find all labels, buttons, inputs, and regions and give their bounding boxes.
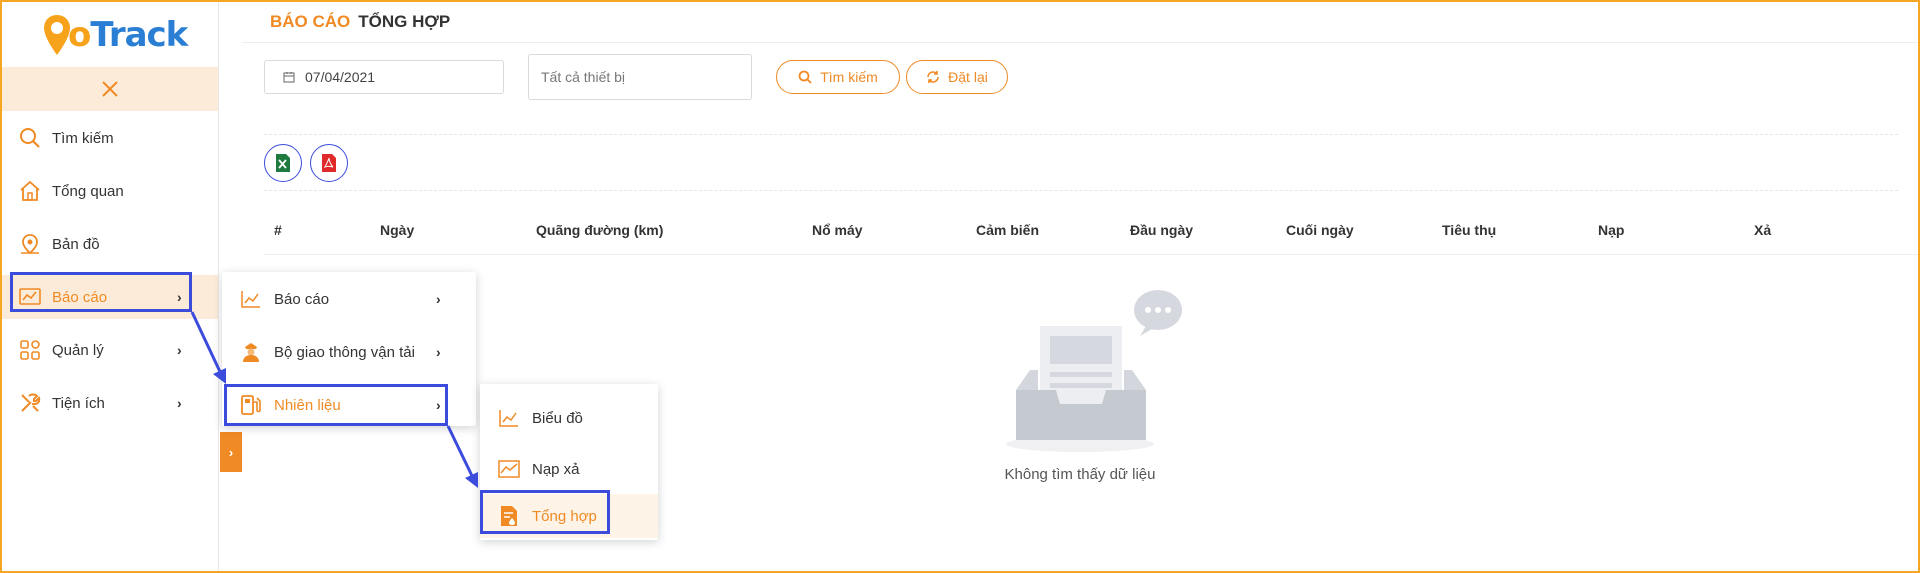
arrow-icon [446, 425, 478, 488]
tutorial-arrows [190, 311, 478, 488]
arrow-icon [190, 311, 226, 384]
